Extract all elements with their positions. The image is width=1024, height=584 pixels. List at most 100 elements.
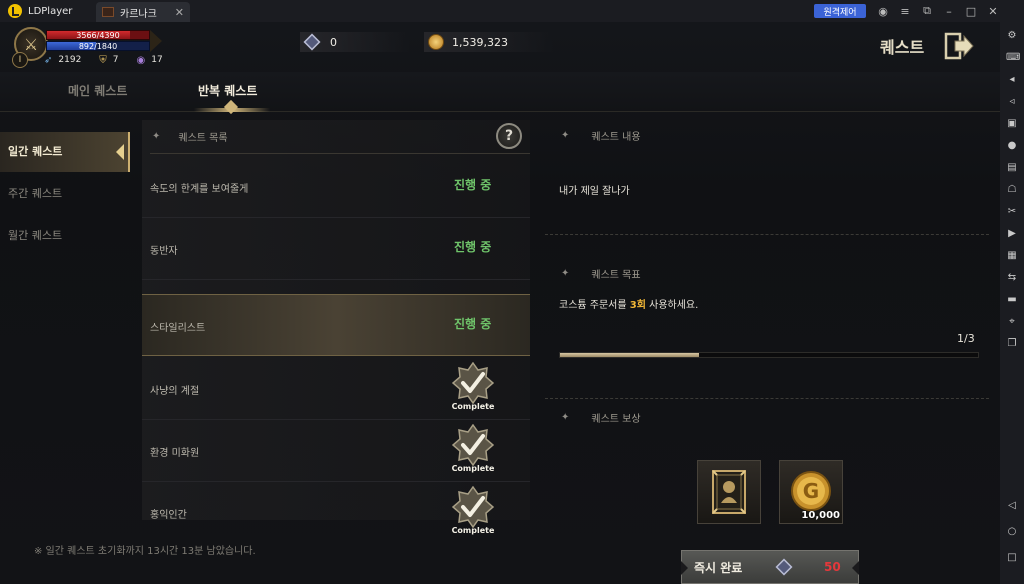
button-notch-right xyxy=(852,561,859,575)
recent-apps-icon[interactable]: □ xyxy=(1006,552,1018,564)
home-icon[interactable]: ○ xyxy=(1006,526,1018,538)
progress-fill xyxy=(560,353,700,357)
help-button[interactable]: ? xyxy=(496,123,522,149)
instant-complete-cost: 50 xyxy=(824,560,841,574)
volume-down-icon[interactable]: ◃ xyxy=(1006,96,1018,108)
progress-count: 1/3 xyxy=(957,332,975,345)
quest-row[interactable]: 환경 미화원 Complete xyxy=(142,420,530,482)
quest-list-panel: ✦ 퀘스트 목록 ? 속도의 한계를 보여줄게 진행 중 동반자 진행 중 스타… xyxy=(142,120,530,535)
gem-currency: 0 xyxy=(300,32,410,52)
category-daily[interactable]: 일간 퀘스트 xyxy=(0,132,130,172)
quest-row-selected[interactable]: 스타일리스트 진행 중 xyxy=(142,294,530,356)
scissors-icon[interactable]: ✂ xyxy=(1006,206,1018,218)
sync-icon[interactable]: ⇆ xyxy=(1006,272,1018,284)
gold-coin-icon xyxy=(428,34,444,50)
quest-name: 홍익인간 xyxy=(150,510,187,521)
menu-icon[interactable]: ≡ xyxy=(894,5,916,18)
remote-control-button[interactable]: 원격제어 xyxy=(814,4,866,18)
quest-reward-title: 퀘스트 보상 xyxy=(591,414,641,425)
game-screen: ⚔ I 3566/4390 892/1840 ➶ 2192 ⛨ 7 ◉ 17 0… xyxy=(0,22,1000,584)
category-weekly[interactable]: 주간 퀘스트 xyxy=(0,174,130,214)
checkmark-badge-icon xyxy=(452,486,494,528)
tab-label: 카르나크 xyxy=(120,8,157,20)
costume-scroll-icon xyxy=(712,470,746,514)
quest-row[interactable]: 동반자 진행 중 xyxy=(142,218,530,280)
divider xyxy=(545,398,989,399)
category-label: 일간 퀘스트 xyxy=(8,145,63,158)
reward-gold-quantity: 10,000 xyxy=(801,510,840,521)
volume-up-icon[interactable]: ◂ xyxy=(1006,74,1018,86)
quest-goal-header: ✦ 퀘스트 목표 xyxy=(559,266,641,281)
record-icon[interactable]: ● xyxy=(1006,140,1018,152)
remote-control-label: 원격제어 xyxy=(823,7,857,18)
minimize-icon[interactable]: – xyxy=(938,5,960,18)
stat-power: 2192 xyxy=(58,55,82,65)
settings-icon[interactable]: ⚙ xyxy=(1006,30,1018,42)
instant-complete-button[interactable]: 즉시 완료 50 xyxy=(681,550,859,584)
shield-icon: ⛨ xyxy=(99,54,107,66)
gem-icon xyxy=(775,558,793,576)
quest-row[interactable]: 사냥의 계절 Complete xyxy=(142,358,530,420)
folder-icon[interactable]: ▬ xyxy=(1006,294,1018,306)
doc-icon[interactable]: ▦ xyxy=(1006,250,1018,262)
hp-text: 3566/4390 xyxy=(76,31,120,40)
maximize-icon[interactable]: □ xyxy=(960,5,982,18)
category-label: 주간 퀘스트 xyxy=(8,187,63,200)
mp-text: 892/1840 xyxy=(78,42,118,51)
video-icon[interactable]: ▶ xyxy=(1006,228,1018,240)
feather-icon: ➶ xyxy=(44,54,53,66)
gem-icon xyxy=(303,33,321,51)
restore-icon[interactable]: ⧉ xyxy=(916,4,938,18)
robot-icon[interactable]: ☖ xyxy=(1006,184,1018,196)
multi-window-icon[interactable]: ❐ xyxy=(1006,338,1018,350)
reward-costume-scroll[interactable] xyxy=(697,460,761,524)
reset-timer-note: ※ 일간 퀘스트 초기화까지 13시간 13분 남았습니다. xyxy=(34,546,256,557)
selected-arrow-icon xyxy=(116,144,124,160)
keyboard-icon[interactable]: ⌨ xyxy=(1006,52,1020,64)
apk-icon[interactable]: ▤ xyxy=(1006,162,1018,174)
category-list: 일간 퀘스트 주간 퀘스트 월간 퀘스트 xyxy=(0,130,130,540)
quest-name: 환경 미화원 xyxy=(150,448,200,459)
svg-text:G: G xyxy=(803,479,819,503)
goal-text-pre: 코스튬 주문서를 xyxy=(559,300,630,311)
sparkle-icon: ✦ xyxy=(561,130,570,141)
exit-icon[interactable] xyxy=(944,31,974,61)
gold-amount: 1,539,323 xyxy=(452,35,508,49)
quest-list-title: 퀘스트 목록 xyxy=(178,133,228,144)
tab-close-icon[interactable]: ✕ xyxy=(175,6,184,19)
page-title: 퀘스트 xyxy=(880,38,925,57)
quest-status-in-progress: 진행 중 xyxy=(454,240,492,254)
account-icon[interactable]: ◉ xyxy=(872,5,894,18)
stat-orb: 17 xyxy=(151,55,163,65)
quest-row[interactable]: 속도의 한계를 보여줄게 진행 중 xyxy=(142,156,530,218)
quest-content-title: 퀘스트 내용 xyxy=(591,132,641,143)
quest-goal-title: 퀘스트 목표 xyxy=(591,270,641,281)
hp-bar: 3566/4390 xyxy=(46,30,150,40)
goal-text-post: 사용하세요. xyxy=(645,300,699,311)
checkmark-badge-icon xyxy=(452,362,494,404)
complete-badge[interactable]: Complete xyxy=(448,424,498,476)
complete-label: Complete xyxy=(451,526,495,535)
back-icon[interactable]: ◁ xyxy=(1006,500,1018,512)
tab-karnak[interactable]: 카르나크 ✕ xyxy=(96,2,190,22)
complete-badge[interactable]: Complete xyxy=(448,362,498,414)
complete-badge[interactable]: Complete xyxy=(448,486,498,538)
complete-label: Complete xyxy=(451,464,495,473)
reward-gold[interactable]: G 10,000 xyxy=(779,460,843,524)
complete-label: Complete xyxy=(451,402,495,411)
quest-row[interactable]: 홍익인간 Complete xyxy=(142,482,530,544)
close-icon[interactable]: ✕ xyxy=(982,5,1004,18)
bar-tip-decoration xyxy=(150,30,162,52)
tab-repeat-quest[interactable]: 반복 퀘스트 xyxy=(198,82,257,99)
quest-name: 사냥의 계절 xyxy=(150,386,200,397)
button-notch-left xyxy=(681,561,688,575)
sparkle-icon: ✦ xyxy=(152,131,161,142)
quest-tabs: 메인 퀘스트 반복 퀘스트 xyxy=(0,72,1000,115)
category-monthly[interactable]: 월간 퀘스트 xyxy=(0,216,130,256)
screenshot-icon[interactable]: ▣ xyxy=(1006,118,1018,130)
location-icon[interactable]: ⌖ xyxy=(1006,316,1018,328)
sparkle-icon: ✦ xyxy=(561,268,570,279)
tab-main-quest[interactable]: 메인 퀘스트 xyxy=(68,82,127,99)
sparkle-icon: ✦ xyxy=(561,412,570,423)
instant-complete-label: 즉시 완료 xyxy=(694,560,743,575)
